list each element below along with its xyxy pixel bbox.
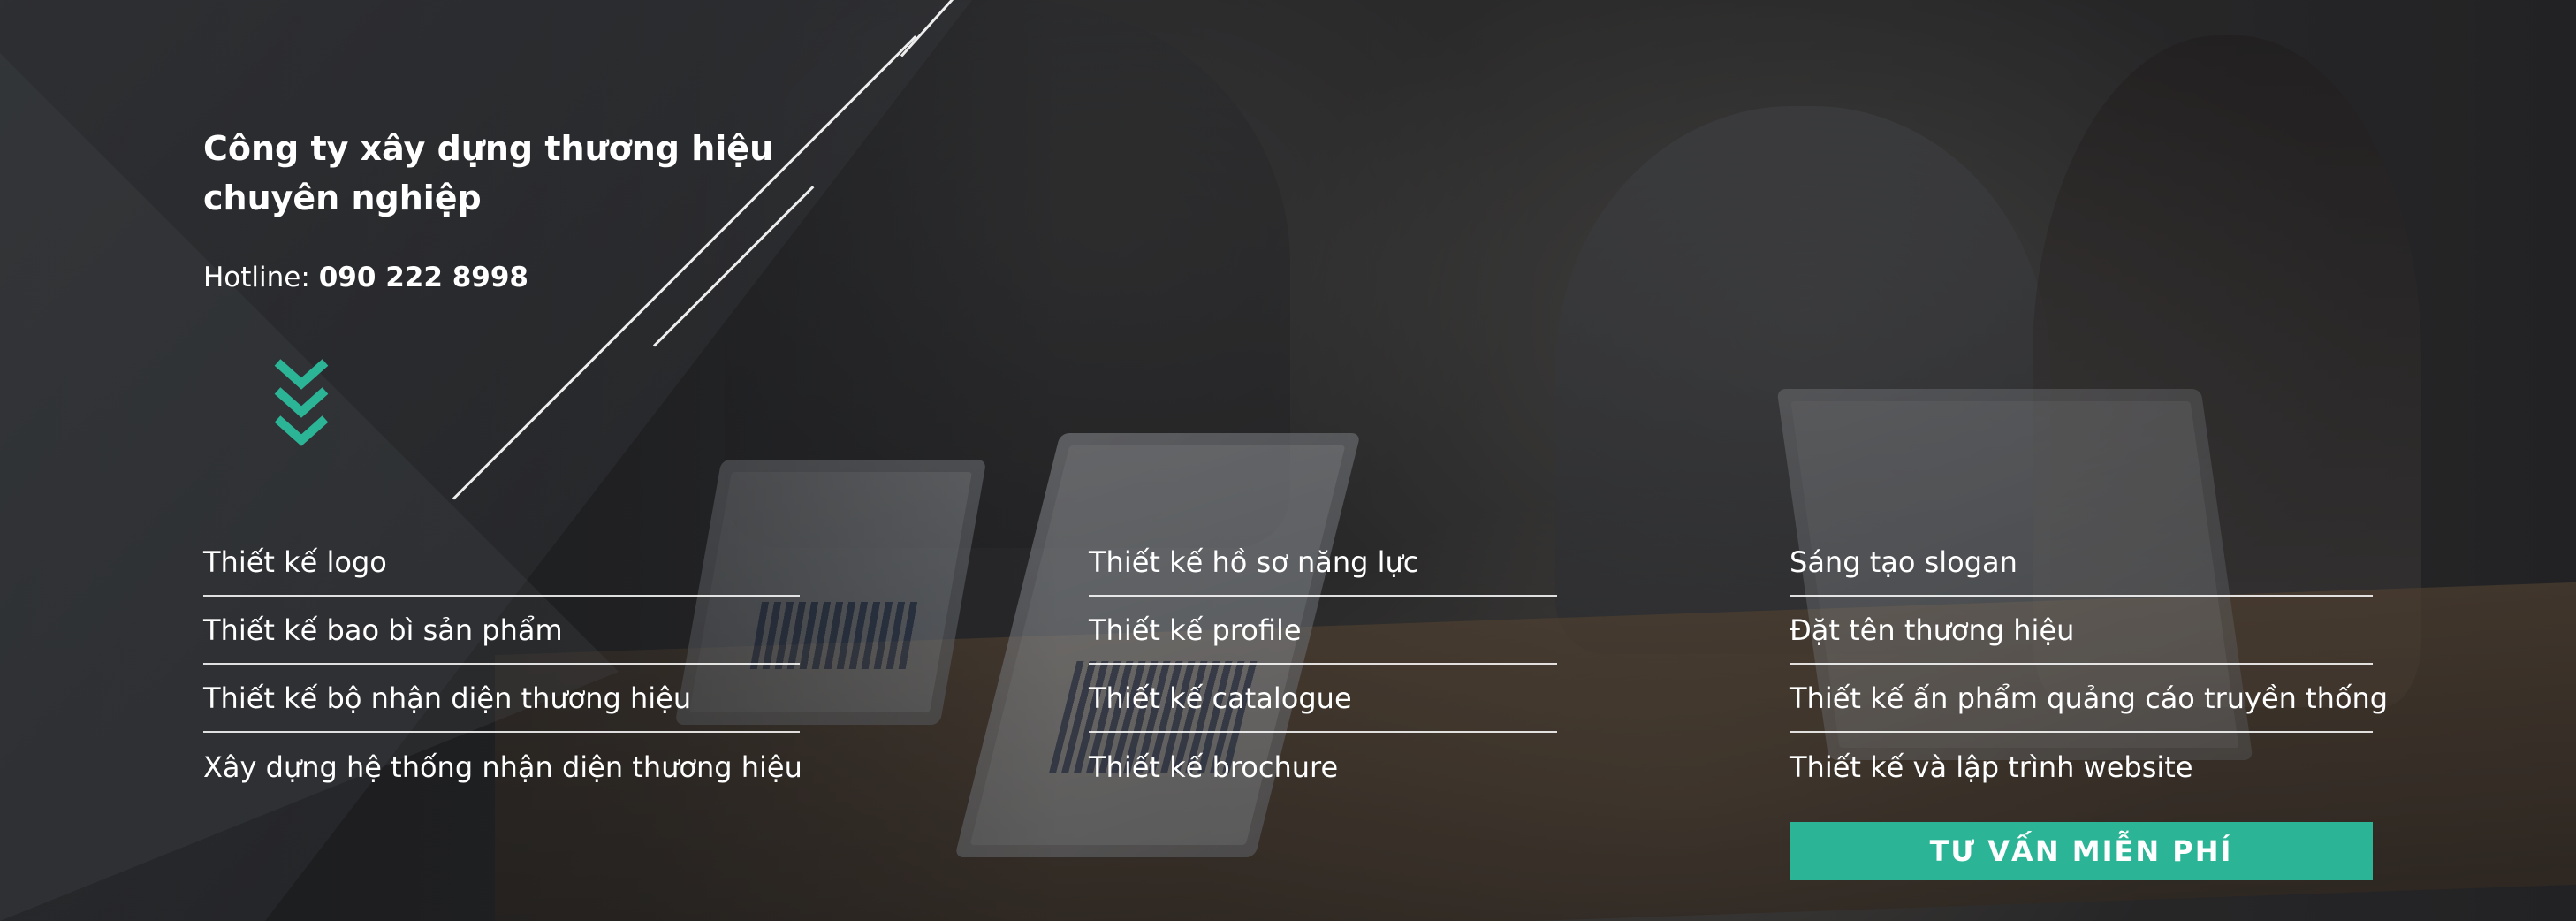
headline: Công ty xây dựng thương hiệu chuyên nghi… — [203, 124, 822, 223]
service-link[interactable]: Xây dựng hệ thống nhận diện thương hiệu — [203, 733, 802, 801]
service-link[interactable]: Thiết kế bao bì sản phẩm — [203, 597, 800, 665]
service-link[interactable]: Đặt tên thương hiệu — [1790, 597, 2373, 665]
services-column-2: Thiết kế hồ sơ năng lực Thiết kế profile… — [1089, 529, 1557, 801]
service-link[interactable]: Thiết kế hồ sơ năng lực — [1089, 529, 1557, 597]
hotline: Hotline: 090 222 8998 — [203, 262, 528, 293]
service-link[interactable]: Thiết kế ấn phẩm quảng cáo truyền thống — [1790, 665, 2388, 733]
free-consultation-button[interactable]: TƯ VẤN MIỄN PHÍ — [1790, 822, 2373, 880]
hero-banner: Công ty xây dựng thương hiệu chuyên nghi… — [0, 0, 2576, 921]
service-link[interactable]: Thiết kế brochure — [1089, 733, 1557, 801]
service-link[interactable]: Thiết kế và lập trình website — [1790, 733, 2373, 801]
service-link[interactable]: Thiết kế catalogue — [1089, 665, 1557, 733]
service-link[interactable]: Sáng tạo slogan — [1790, 529, 2373, 597]
service-link[interactable]: Thiết kế bộ nhận diện thương hiệu — [203, 665, 800, 733]
service-link[interactable]: Thiết kế profile — [1089, 597, 1557, 665]
hotline-number[interactable]: 090 222 8998 — [319, 262, 528, 293]
headline-line-2: chuyên nghiệp — [203, 179, 482, 217]
headline-line-1: Công ty xây dựng thương hiệu — [203, 129, 774, 168]
hotline-label: Hotline: — [203, 262, 319, 293]
services-column-3: Sáng tạo slogan Đặt tên thương hiệu Thiế… — [1790, 529, 2388, 801]
triple-chevron-down-icon — [274, 359, 329, 446]
service-link[interactable]: Thiết kế logo — [203, 529, 800, 597]
services-column-1: Thiết kế logo Thiết kế bao bì sản phẩm T… — [203, 529, 802, 801]
